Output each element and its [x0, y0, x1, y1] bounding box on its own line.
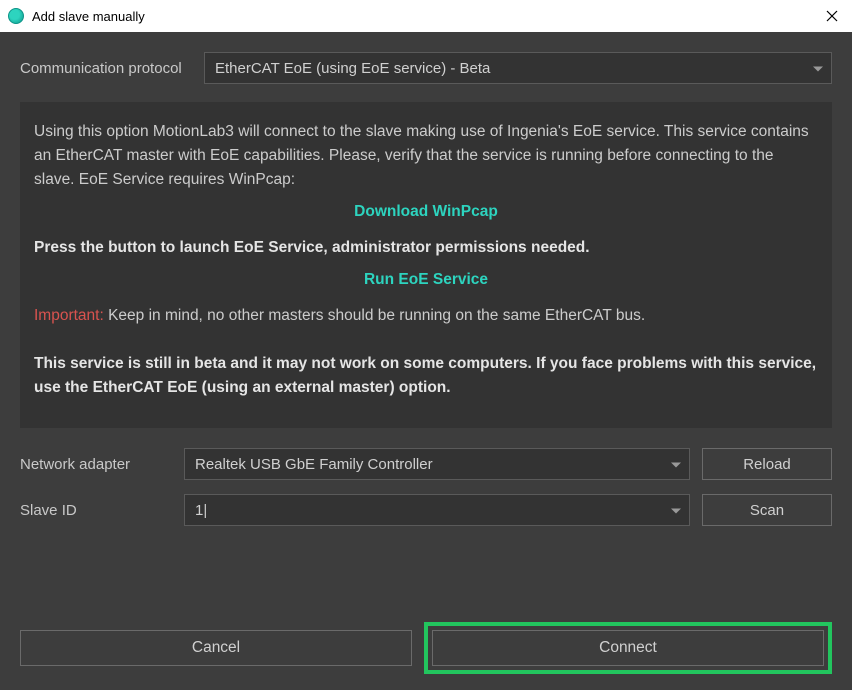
slave-id-label: Slave ID	[20, 502, 184, 519]
connect-highlight: Connect	[424, 622, 832, 674]
cancel-wrap: Cancel	[20, 622, 412, 674]
important-label: Important:	[34, 307, 104, 324]
form-section: Network adapter Realtek USB GbE Family C…	[20, 448, 832, 540]
slave-id-value: 1	[195, 502, 207, 519]
launch-instruction: Press the button to launch EoE Service, …	[34, 236, 818, 260]
close-button[interactable]	[822, 6, 842, 26]
protocol-value: EtherCAT EoE (using EoE service) - Beta	[215, 60, 490, 77]
vertical-spacer	[20, 540, 832, 622]
run-eoe-service-link[interactable]: Run EoE Service	[34, 268, 818, 292]
beta-warning: This service is still in beta and it may…	[34, 352, 818, 400]
content-area: Communication protocol EtherCAT EoE (usi…	[0, 32, 852, 690]
download-winpcap-link[interactable]: Download WinPcap	[34, 200, 818, 224]
scan-button[interactable]: Scan	[702, 494, 832, 526]
reload-button[interactable]: Reload	[702, 448, 832, 480]
protocol-label: Communication protocol	[20, 60, 204, 77]
connect-button[interactable]: Connect	[432, 630, 824, 666]
chevron-down-icon	[813, 60, 823, 77]
footer-buttons: Cancel Connect	[20, 622, 832, 674]
important-text: Keep in mind, no other masters should be…	[104, 307, 645, 324]
info-panel: Using this option MotionLab3 will connec…	[20, 102, 832, 428]
spacer-line	[34, 336, 818, 344]
dialog-window: Add slave manually Communication protoco…	[0, 0, 852, 690]
network-adapter-row: Network adapter Realtek USB GbE Family C…	[20, 448, 832, 480]
network-adapter-value: Realtek USB GbE Family Controller	[195, 456, 433, 473]
chevron-down-icon	[671, 502, 681, 519]
window-title: Add slave manually	[32, 9, 145, 24]
chevron-down-icon	[671, 456, 681, 473]
slave-id-dropdown[interactable]: 1	[184, 494, 690, 526]
close-icon	[826, 10, 838, 22]
cancel-button[interactable]: Cancel	[20, 630, 412, 666]
titlebar: Add slave manually	[0, 0, 852, 32]
network-adapter-dropdown[interactable]: Realtek USB GbE Family Controller	[184, 448, 690, 480]
protocol-row: Communication protocol EtherCAT EoE (usi…	[20, 52, 832, 84]
protocol-dropdown[interactable]: EtherCAT EoE (using EoE service) - Beta	[204, 52, 832, 84]
network-adapter-label: Network adapter	[20, 456, 184, 473]
info-description: Using this option MotionLab3 will connec…	[34, 120, 818, 192]
important-line: Important: Keep in mind, no other master…	[34, 304, 818, 328]
app-icon	[8, 8, 24, 24]
slave-id-row: Slave ID 1 Scan	[20, 494, 832, 526]
